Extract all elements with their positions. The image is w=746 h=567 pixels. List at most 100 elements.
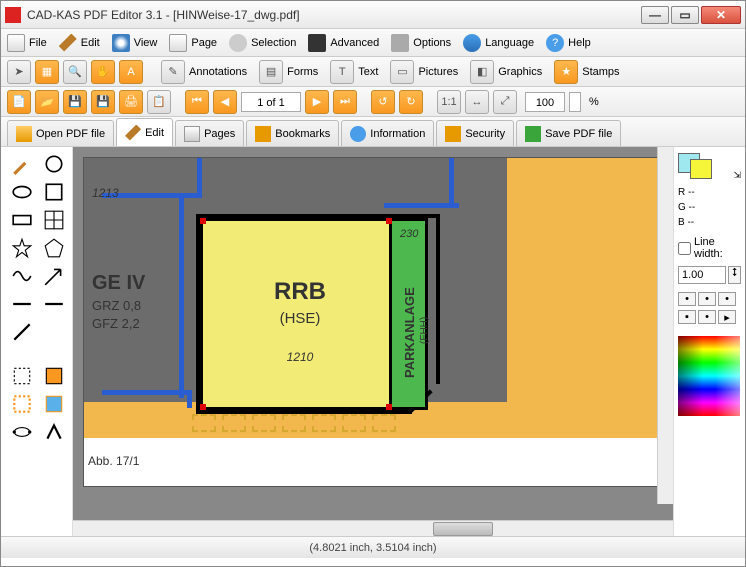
cap-style-2[interactable]: •	[698, 292, 716, 306]
menu-edit[interactable]: Edit	[59, 34, 100, 52]
rotate-right-button[interactable]: ↻	[399, 90, 423, 114]
zoom-input[interactable]: 100	[525, 92, 565, 112]
join-style-1[interactable]: ▪	[678, 310, 696, 324]
first-page-button[interactable]: ⏮	[185, 90, 209, 114]
security-icon	[445, 126, 461, 142]
zoom-spinner[interactable]	[569, 92, 581, 112]
swatch-background[interactable]	[690, 159, 712, 179]
hline2-tool[interactable]	[43, 293, 65, 315]
caret-tool[interactable]	[43, 421, 65, 443]
zoom-tool-button[interactable]: 🔍	[63, 60, 87, 84]
hline-tool[interactable]	[11, 293, 33, 315]
scrollbar-thumb[interactable]	[433, 522, 493, 536]
text-tool-button[interactable]: A	[119, 60, 143, 84]
actual-size-button[interactable]: 1:1	[437, 90, 461, 114]
help-icon: ?	[546, 34, 564, 52]
page-indicator[interactable]: 1 of 1	[241, 92, 301, 112]
annotations-icon: ✎	[161, 60, 185, 84]
menu-language[interactable]: Language	[463, 34, 534, 52]
r-value: R --	[678, 187, 741, 198]
color-swatches[interactable]: ⇲	[678, 153, 741, 179]
next-page-button[interactable]: ▶	[305, 90, 329, 114]
tab-security[interactable]: Security	[436, 120, 514, 146]
arrow-tool-button[interactable]: ➤	[7, 60, 31, 84]
text-mode-tool[interactable]: TText	[326, 60, 382, 84]
maximize-button[interactable]: ▭	[671, 6, 699, 24]
close-button[interactable]: ✕	[701, 6, 741, 24]
menu-selection[interactable]: Selection	[229, 34, 296, 52]
menu-help[interactable]: ?Help	[546, 34, 591, 52]
minimize-button[interactable]: —	[641, 6, 669, 24]
stamps-tool[interactable]: ★Stamps	[550, 60, 623, 84]
annotations-tool[interactable]: ✎Annotations	[157, 60, 251, 84]
wave-tool[interactable]	[11, 265, 33, 287]
fill-tool[interactable]	[43, 365, 65, 387]
g-value: G --	[678, 202, 741, 213]
grid-tool[interactable]	[43, 209, 65, 231]
forms-icon: ▤	[259, 60, 283, 84]
canvas-area[interactable]: 1213 GE IV GRZ 0,8 GFZ 2,2 RRB (HSE) 121…	[73, 147, 673, 520]
tab-bookmarks[interactable]: Bookmarks	[246, 120, 339, 146]
selection-handle-br[interactable]	[386, 404, 392, 410]
tab-pages[interactable]: Pages	[175, 120, 244, 146]
menu-file[interactable]: File	[7, 34, 47, 52]
menu-page[interactable]: Page	[169, 34, 217, 52]
tab-open-pdf[interactable]: Open PDF file	[7, 120, 114, 146]
graphics-tool[interactable]: ◧Graphics	[466, 60, 546, 84]
brush-tool[interactable]	[11, 153, 33, 175]
linewidth-stepper[interactable]: ⭥	[728, 266, 741, 284]
tool-palette	[1, 147, 73, 536]
linewidth-input[interactable]	[678, 266, 726, 284]
color-picker[interactable]	[678, 336, 740, 416]
marquee-tool-button[interactable]: ▦	[35, 60, 59, 84]
tab-save-pdf[interactable]: Save PDF file	[516, 120, 621, 146]
pictures-icon: ▭	[390, 60, 414, 84]
arrow-shape-tool[interactable]	[43, 265, 65, 287]
menu-options[interactable]: Options	[391, 34, 451, 52]
open-button[interactable]: 📂	[35, 90, 59, 114]
hand-tool-button[interactable]: ✋	[91, 60, 115, 84]
label-1213: 1213	[92, 186, 119, 200]
selection-handle-tl[interactable]	[200, 218, 206, 224]
tab-edit[interactable]: Edit	[116, 118, 173, 146]
saveas-button[interactable]: 💾	[91, 90, 115, 114]
menu-advanced[interactable]: Advanced	[308, 34, 379, 52]
square-tool[interactable]	[43, 181, 65, 203]
menu-view[interactable]: View	[112, 34, 158, 52]
fit-page-button[interactable]: ⤢	[493, 90, 517, 114]
fit-width-button[interactable]: ↔	[465, 90, 489, 114]
clipboard-button[interactable]: 📋	[147, 90, 171, 114]
titlebar: CAD-KAS PDF Editor 3.1 - [HINWeise-17_dw…	[1, 1, 745, 29]
rotate-left-button[interactable]: ↺	[371, 90, 395, 114]
horizontal-scrollbar[interactable]	[73, 520, 673, 536]
star-tool[interactable]	[11, 237, 33, 259]
fill2-tool[interactable]	[43, 393, 65, 415]
selection-handle-tr[interactable]	[386, 218, 392, 224]
select-rect-tool[interactable]	[11, 365, 33, 387]
pictures-tool[interactable]: ▭Pictures	[386, 60, 462, 84]
rect-tool[interactable]	[11, 209, 33, 231]
edit-tab-icon	[125, 125, 141, 141]
polygon-tool[interactable]	[43, 237, 65, 259]
join-style-2[interactable]: •	[698, 310, 716, 324]
path-tool[interactable]	[11, 421, 33, 443]
forms-tool[interactable]: ▤Forms	[255, 60, 322, 84]
linewidth-checkbox[interactable]	[678, 242, 691, 255]
circle-tool[interactable]	[43, 153, 65, 175]
join-style-3[interactable]: ▸	[718, 310, 736, 324]
line-tool[interactable]	[11, 321, 33, 343]
prev-page-button[interactable]: ◀	[213, 90, 237, 114]
print-button[interactable]: 🖨	[119, 90, 143, 114]
swap-colors-icon[interactable]: ⇲	[733, 170, 741, 181]
last-page-button[interactable]: ⏭	[333, 90, 357, 114]
cap-style-3[interactable]: •	[718, 292, 736, 306]
save-button[interactable]: 💾	[63, 90, 87, 114]
vertical-scrollbar[interactable]	[657, 147, 673, 504]
select-color-tool[interactable]	[11, 393, 33, 415]
cap-style-1[interactable]: •	[678, 292, 696, 306]
new-button[interactable]: 📄	[7, 90, 31, 114]
ellipse-tool[interactable]	[11, 181, 33, 203]
selection-handle-bl[interactable]	[200, 404, 206, 410]
document-canvas[interactable]: 1213 GE IV GRZ 0,8 GFZ 2,2 RRB (HSE) 121…	[83, 157, 663, 487]
tab-information[interactable]: Information	[341, 120, 434, 146]
